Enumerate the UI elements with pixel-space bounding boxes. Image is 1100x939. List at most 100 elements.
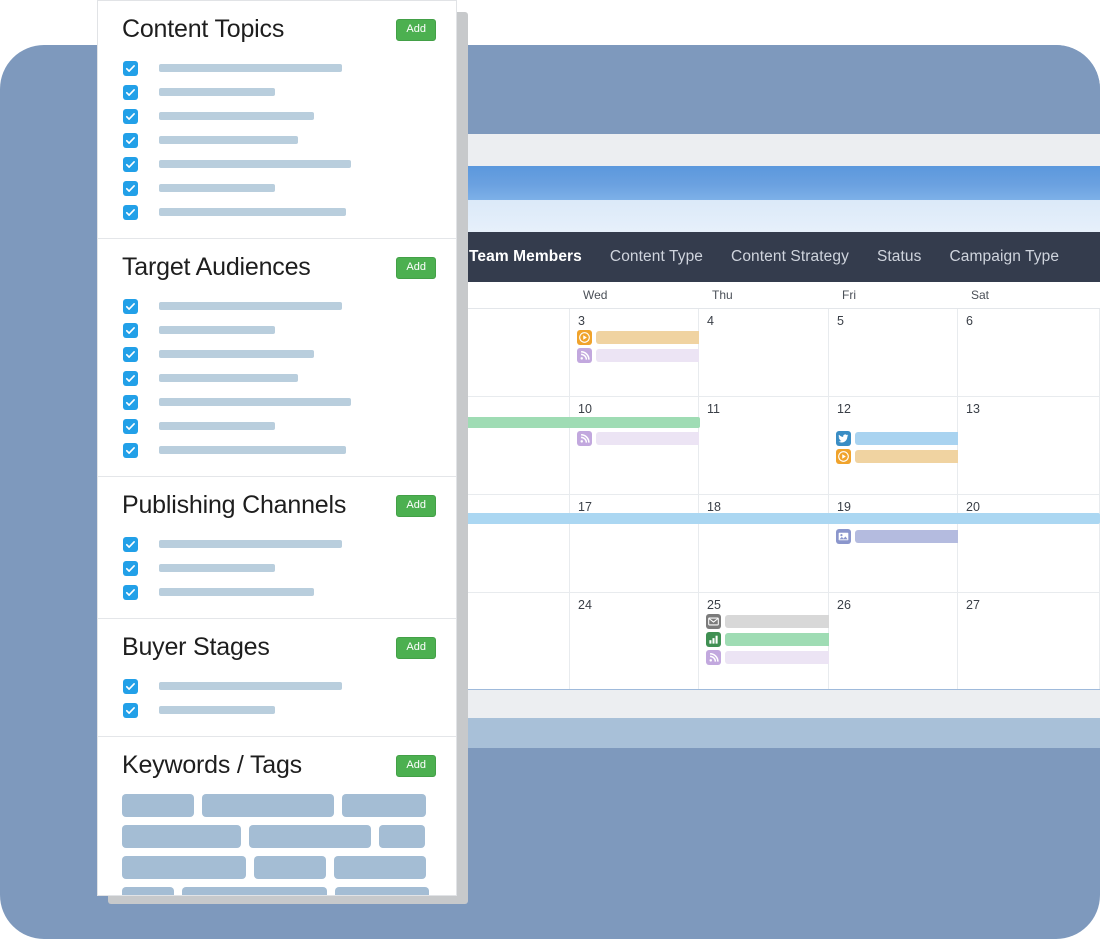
- calendar-event[interactable]: [836, 449, 963, 464]
- checkbox-checked[interactable]: [123, 156, 138, 172]
- checkbox-checked[interactable]: [123, 584, 138, 600]
- checklist-row[interactable]: [98, 390, 456, 414]
- calendar-day-number: 20: [966, 500, 980, 514]
- calendar-event[interactable]: [577, 348, 704, 363]
- checkbox-checked[interactable]: [123, 204, 138, 220]
- tag-pill[interactable]: [182, 887, 327, 895]
- calendar-cell-partial[interactable]: [455, 397, 570, 495]
- calendar-event[interactable]: [706, 632, 833, 647]
- tag-pill[interactable]: [379, 825, 425, 848]
- calendar-cell[interactable]: 24: [570, 593, 699, 691]
- calendar-day-number: 18: [707, 500, 721, 514]
- tab-content-strategy[interactable]: Content Strategy: [717, 248, 863, 266]
- checkbox-checked[interactable]: [123, 394, 138, 410]
- checklist-row[interactable]: [98, 294, 456, 318]
- add-button[interactable]: Add: [396, 636, 436, 659]
- checklist-row[interactable]: [98, 674, 456, 698]
- checkbox-checked[interactable]: [123, 132, 138, 148]
- checkbox-checked[interactable]: [123, 702, 138, 718]
- calendar-event[interactable]: [836, 529, 963, 544]
- calendar-multiday-bar[interactable]: [455, 417, 700, 428]
- calendar-cell[interactable]: 12: [829, 397, 963, 495]
- checkbox-checked[interactable]: [123, 418, 138, 434]
- rss-icon: [577, 348, 592, 363]
- tag-pill[interactable]: [122, 825, 241, 848]
- checkbox-checked[interactable]: [123, 180, 138, 196]
- calendar-event[interactable]: [577, 431, 704, 446]
- checklist-row[interactable]: [98, 414, 456, 438]
- checkbox-checked[interactable]: [123, 560, 138, 576]
- tag-pill[interactable]: [249, 825, 371, 848]
- tag-pill[interactable]: [342, 794, 426, 817]
- tag-pill[interactable]: [122, 794, 194, 817]
- checklist-row[interactable]: [98, 366, 456, 390]
- calendar-cell[interactable]: 25: [699, 593, 833, 691]
- checklist-row[interactable]: [98, 176, 456, 200]
- calendar-cell[interactable]: 27: [958, 593, 1100, 691]
- tab-content-type[interactable]: Content Type: [596, 248, 717, 266]
- checklist-row[interactable]: [98, 200, 456, 224]
- add-button[interactable]: Add: [396, 18, 436, 41]
- checklist-row[interactable]: [98, 56, 456, 80]
- add-button[interactable]: Add: [396, 494, 436, 517]
- checklist-row[interactable]: [98, 532, 456, 556]
- calendar-cell[interactable]: 6: [958, 309, 1100, 397]
- calendar-cell-partial[interactable]: [455, 309, 570, 397]
- tab-campaign-type[interactable]: Campaign Type: [936, 248, 1074, 266]
- calendar-cell[interactable]: 17: [570, 495, 699, 593]
- calendar-cell[interactable]: 3: [570, 309, 704, 397]
- calendar-cell[interactable]: 19: [829, 495, 963, 593]
- tag-pill[interactable]: [254, 856, 326, 879]
- checklist-row[interactable]: [98, 318, 456, 342]
- tag-pill[interactable]: [122, 856, 246, 879]
- add-button[interactable]: Add: [396, 256, 436, 279]
- calendar-multiday-bar[interactable]: [455, 513, 1100, 524]
- calendar-event[interactable]: [706, 650, 833, 665]
- calendar-grid[interactable]: 345610111213171819202425262731: [455, 309, 1100, 748]
- calendar-event[interactable]: [577, 330, 704, 345]
- checkbox-checked[interactable]: [123, 84, 138, 100]
- tab-team-members[interactable]: Team Members: [455, 248, 596, 266]
- checklist-row[interactable]: [98, 80, 456, 104]
- calendar-cell[interactable]: 10: [570, 397, 704, 495]
- checklist-row[interactable]: [98, 104, 456, 128]
- calendar-cell[interactable]: 13: [958, 397, 1100, 495]
- checkbox-checked[interactable]: [123, 536, 138, 552]
- checkbox-checked[interactable]: [123, 108, 138, 124]
- checkbox-checked[interactable]: [123, 442, 138, 458]
- checkbox-checked[interactable]: [123, 322, 138, 338]
- tab-status[interactable]: Status: [863, 248, 936, 266]
- calendar-cell-partial[interactable]: [455, 495, 570, 593]
- placeholder-bar: [159, 326, 275, 334]
- checklist-row[interactable]: [98, 152, 456, 176]
- tag-pill[interactable]: [335, 887, 429, 895]
- checkbox-checked[interactable]: [123, 60, 138, 76]
- calendar-cell[interactable]: 4: [699, 309, 829, 397]
- tag-pill[interactable]: [202, 794, 334, 817]
- calendar-cell[interactable]: 11: [699, 397, 829, 495]
- calendar-cell[interactable]: 18: [699, 495, 829, 593]
- checkbox-checked[interactable]: [123, 298, 138, 314]
- checklist-row[interactable]: [98, 128, 456, 152]
- checklist-row[interactable]: [98, 342, 456, 366]
- calendar-event[interactable]: [836, 431, 963, 446]
- calendar-event[interactable]: [706, 614, 833, 629]
- tag-pill[interactable]: [122, 887, 174, 895]
- calendar-day-number: 26: [837, 598, 851, 612]
- checkbox-checked[interactable]: [123, 678, 138, 694]
- tag-pill[interactable]: [334, 856, 426, 879]
- image-icon: [836, 529, 851, 544]
- calendar-cell[interactable]: 20: [958, 495, 1100, 593]
- checklist-row[interactable]: [98, 580, 456, 604]
- checklist-row[interactable]: [98, 438, 456, 462]
- calendar-cell[interactable]: 5: [829, 309, 958, 397]
- calendar-cell-partial[interactable]: [455, 593, 570, 691]
- checkbox-checked[interactable]: [123, 370, 138, 386]
- checkbox-checked[interactable]: [123, 346, 138, 362]
- calendar-event-bar: [596, 331, 704, 344]
- checklist-row[interactable]: [98, 556, 456, 580]
- checklist-row[interactable]: [98, 698, 456, 722]
- calendar-cell[interactable]: 26: [829, 593, 958, 691]
- add-button[interactable]: Add: [396, 754, 436, 777]
- app-tabbar: Team Members Content Type Content Strategy…: [455, 232, 1100, 282]
